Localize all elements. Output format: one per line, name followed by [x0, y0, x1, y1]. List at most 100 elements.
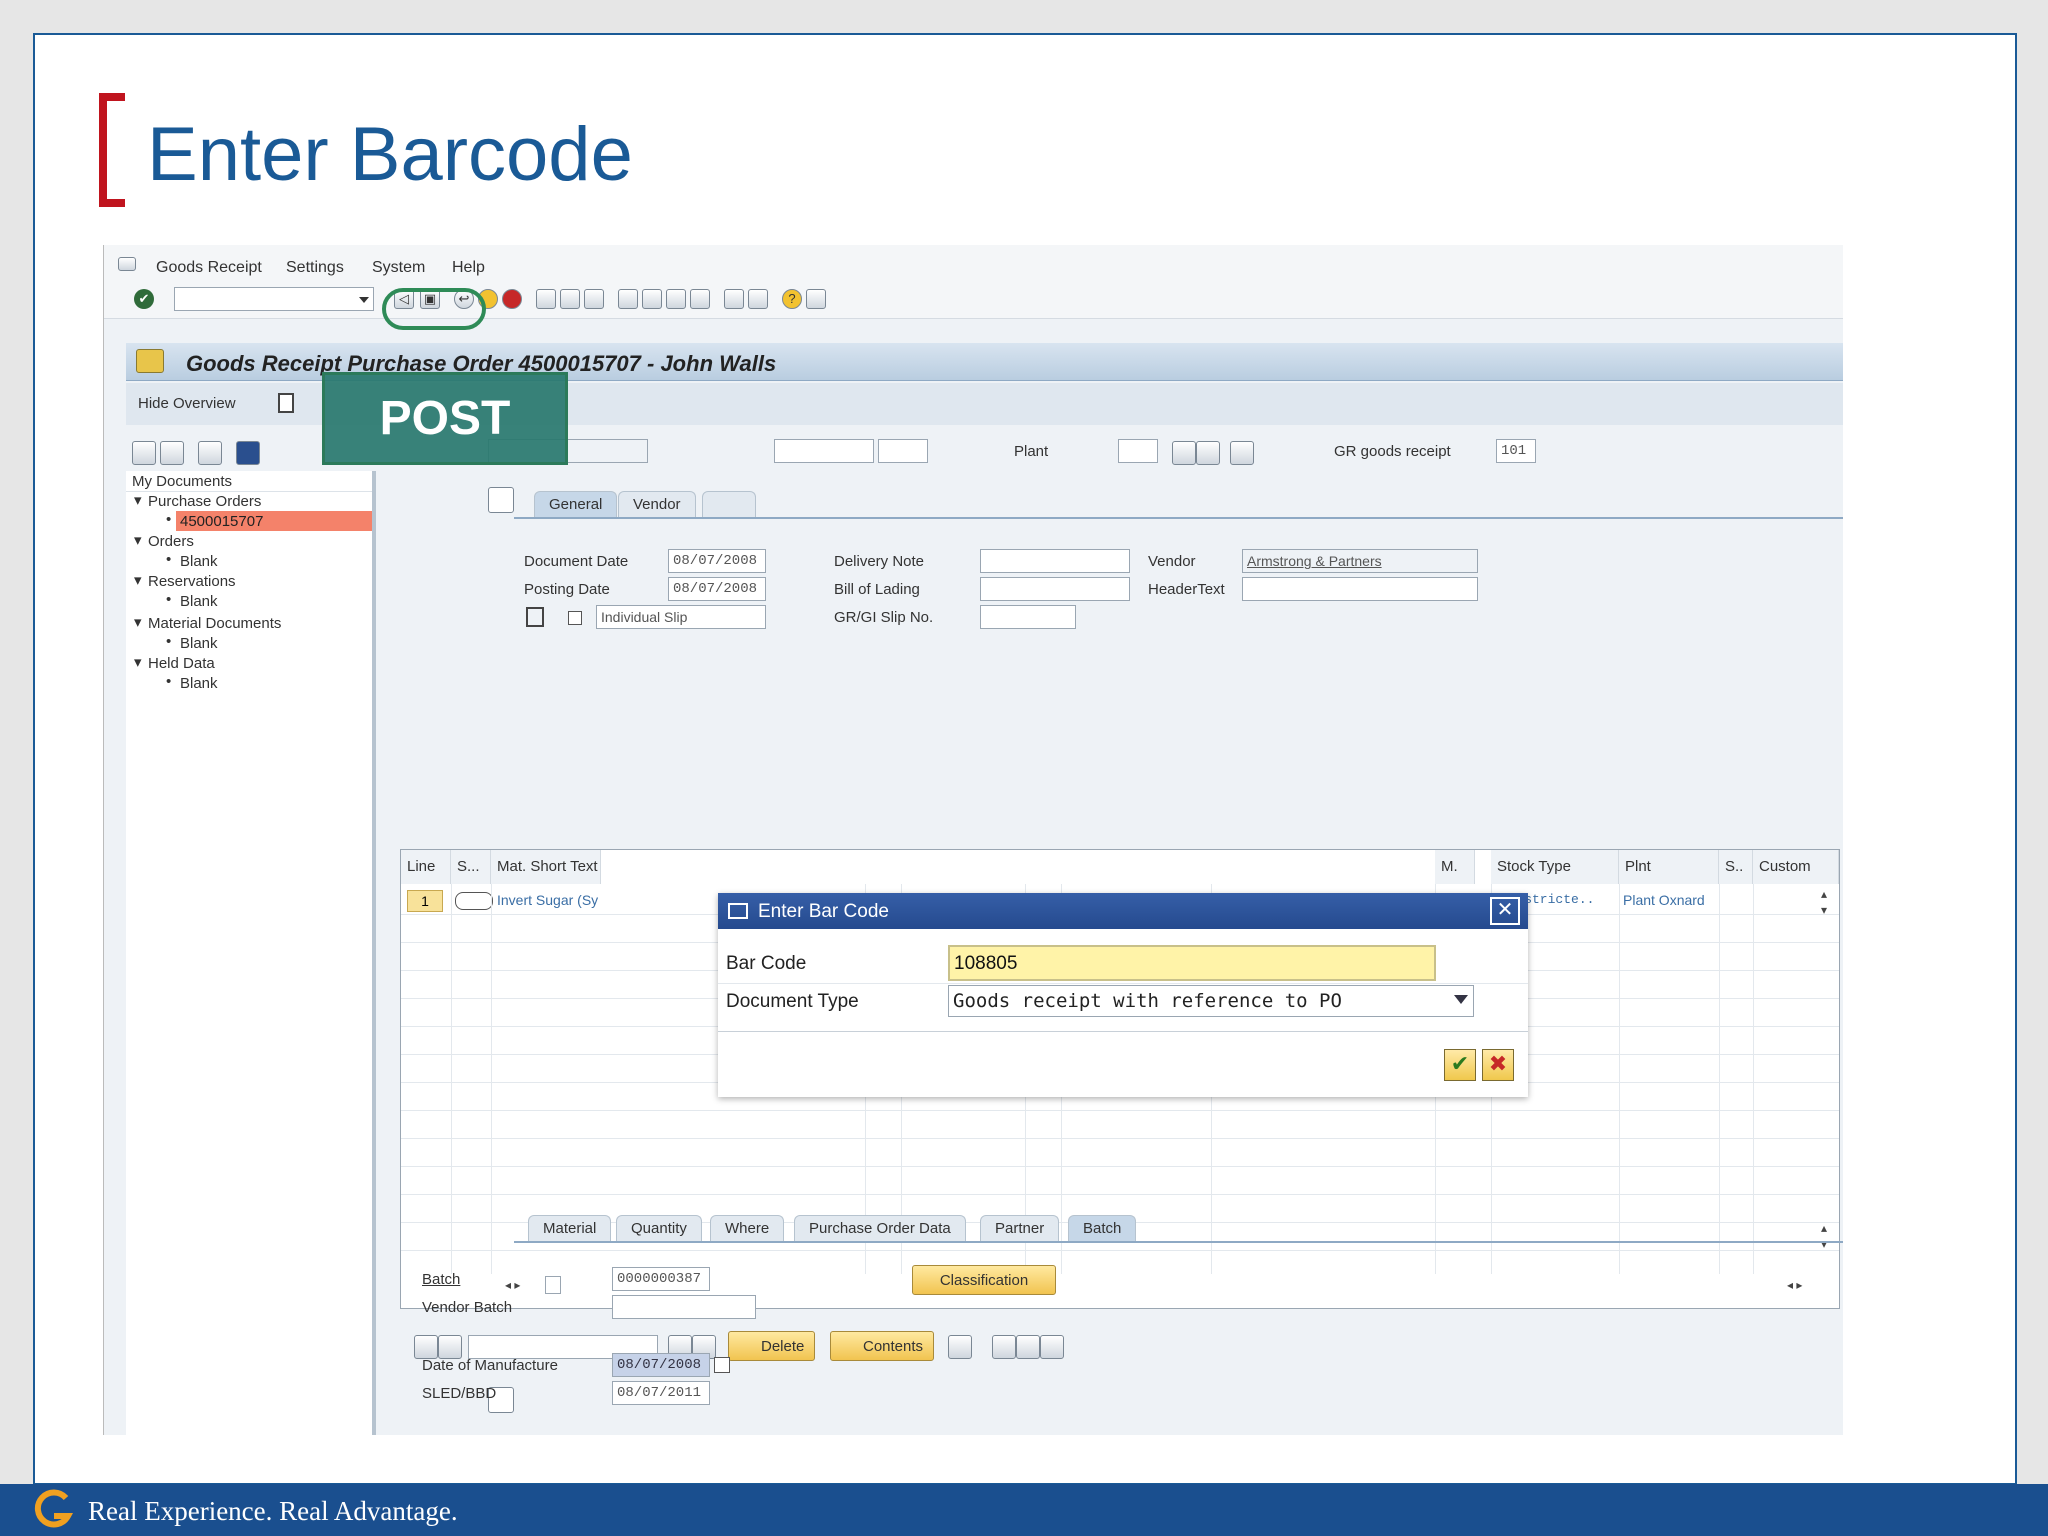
last-page-icon[interactable] — [690, 289, 710, 309]
grid-config-icon[interactable] — [948, 1335, 972, 1359]
bill-of-lading-input[interactable] — [980, 577, 1130, 601]
contents-button[interactable]: Contents — [830, 1331, 935, 1361]
menu-settings[interactable]: Settings — [286, 259, 344, 277]
tab-purchase-order-data[interactable]: Purchase Order Data — [794, 1215, 966, 1241]
column-header-movement[interactable]: M. — [1435, 850, 1475, 884]
header-text-input[interactable] — [1242, 577, 1478, 601]
column-header-status[interactable]: S... — [451, 850, 491, 884]
horizontal-scrollbar[interactable] — [545, 1276, 561, 1294]
scroll-left-right-icon[interactable]: ◂ ▸ — [505, 1278, 520, 1292]
po-number-input[interactable] — [774, 439, 874, 463]
column-header-custom[interactable]: Custom — [1753, 850, 1839, 884]
chevron-down-icon[interactable] — [1454, 995, 1468, 1004]
tab-partner[interactable]: Partner — [980, 1215, 1060, 1241]
tree-expand-icon[interactable]: ▾ — [134, 491, 142, 509]
layout-menu-icon[interactable] — [806, 289, 826, 309]
bar-code-input[interactable]: 108805 — [948, 945, 1436, 981]
enter-check-icon[interactable]: ✔ — [134, 289, 154, 309]
tree-node-material-documents[interactable]: Material Documents — [148, 615, 281, 632]
confirm-check-icon[interactable]: ✔ — [1444, 1049, 1476, 1081]
row-plant[interactable]: Plant Oxnard — [1623, 892, 1705, 908]
print-icon[interactable] — [536, 289, 556, 309]
tree-expand-icon[interactable]: ▾ — [134, 613, 142, 631]
cancel-x-icon[interactable]: ✖ — [1482, 1049, 1514, 1081]
scroll-right-left-icon[interactable]: ◂ ▸ — [1787, 1278, 1802, 1292]
tab-people-icon[interactable] — [702, 491, 756, 517]
tree-node-reservations[interactable]: Reservations — [148, 573, 236, 590]
menu-goods-receipt[interactable]: Goods Receipt — [156, 259, 262, 277]
delete-button[interactable]: Delete — [728, 1331, 816, 1361]
print-preview-icon[interactable] — [992, 1335, 1016, 1359]
expand-icon[interactable] — [132, 441, 156, 465]
calendar-icon[interactable] — [714, 1357, 730, 1373]
filter-icon[interactable] — [438, 1335, 462, 1359]
shortcut-icon[interactable] — [748, 289, 768, 309]
slip-type-select[interactable]: Individual Slip — [596, 605, 766, 629]
tree-expand-icon[interactable]: ▾ — [134, 653, 142, 671]
gr-gi-slip-input[interactable] — [980, 605, 1076, 629]
print-icon[interactable] — [526, 607, 544, 627]
column-header-stock-type[interactable]: Stock Type — [1491, 850, 1619, 884]
tab-batch[interactable]: Batch — [1068, 1215, 1137, 1241]
document-type-select[interactable]: Goods receipt with reference to PO — [948, 985, 1474, 1017]
tree-leaf-held-data-blank[interactable]: Blank — [180, 675, 218, 692]
vendor-batch-input[interactable] — [612, 1295, 756, 1319]
column-header-mat-short-text[interactable]: Mat. Short Text — [491, 850, 601, 884]
date-of-manufacture-input[interactable]: 08/07/2008 — [612, 1353, 710, 1377]
command-dropdown-icon[interactable] — [359, 297, 369, 303]
next-page-icon[interactable] — [666, 289, 686, 309]
delivery-note-input[interactable] — [980, 549, 1130, 573]
table-icon[interactable] — [1230, 441, 1254, 465]
row-line-number[interactable]: 1 — [407, 890, 443, 912]
tree-node-orders[interactable]: Orders — [148, 533, 194, 550]
menu-help[interactable]: Help — [452, 259, 485, 277]
plant-input[interactable] — [1118, 439, 1158, 463]
vertical-scroll-top-icon[interactable]: ▴ ▾ — [1821, 886, 1827, 918]
export-icon[interactable] — [1016, 1335, 1040, 1359]
po-item-input[interactable] — [878, 439, 928, 463]
execute-icon[interactable] — [1172, 441, 1196, 465]
window-menu-icon[interactable] — [118, 257, 136, 271]
previous-page-icon[interactable] — [642, 289, 662, 309]
layout-icon[interactable] — [1040, 1335, 1064, 1359]
tree-expand-icon[interactable]: ▾ — [134, 531, 142, 549]
menu-system[interactable]: System — [372, 259, 425, 277]
tab-material[interactable]: Material — [528, 1215, 612, 1241]
document-date-input[interactable]: 08/07/2008 — [668, 549, 766, 573]
column-header-s[interactable]: S.. — [1719, 850, 1753, 884]
cancel-icon[interactable] — [502, 289, 522, 309]
posting-date-input[interactable]: 08/07/2008 — [668, 577, 766, 601]
new-document-icon[interactable] — [278, 393, 294, 413]
collapse-icon[interactable] — [160, 441, 184, 465]
find-icon[interactable] — [1196, 441, 1220, 465]
help-icon[interactable]: ? — [782, 289, 802, 309]
tree-leaf-orders-blank[interactable]: Blank — [180, 553, 218, 570]
tree-expand-icon[interactable]: ▾ — [134, 571, 142, 589]
tab-where[interactable]: Where — [710, 1215, 785, 1241]
dialog-close-icon[interactable]: ✕ — [1490, 897, 1520, 925]
find-icon[interactable] — [560, 289, 580, 309]
column-header-plant[interactable]: Plnt — [1619, 850, 1719, 884]
header-collapse-icon[interactable] — [488, 487, 514, 513]
command-field[interactable] — [174, 287, 374, 311]
sled-bbd-input[interactable]: 08/07/2011 — [612, 1381, 710, 1405]
tree-node-purchase-orders[interactable]: Purchase Orders — [148, 493, 261, 510]
tree-leaf-reservations-blank[interactable]: Blank — [180, 593, 218, 610]
create-session-icon[interactable] — [724, 289, 744, 309]
print-checkbox[interactable] — [568, 611, 582, 625]
tab-general[interactable]: General — [534, 491, 618, 517]
row-mat-short-text[interactable]: Invert Sugar (Sy — [497, 892, 598, 908]
vertical-scroll-bottom-icon[interactable]: ▴ ▾ — [1821, 1220, 1827, 1252]
movement-type-input[interactable]: 101 — [1496, 439, 1536, 463]
tab-quantity[interactable]: Quantity — [616, 1215, 702, 1241]
hide-overview-button[interactable]: Hide Overview — [138, 395, 236, 412]
find-next-icon[interactable] — [584, 289, 604, 309]
tree-node-held-data[interactable]: Held Data — [148, 655, 215, 672]
delete-trash-icon[interactable] — [198, 441, 222, 465]
tree-leaf-po-4500015707[interactable]: 4500015707 — [180, 513, 263, 530]
batch-input[interactable]: 0000000387 — [612, 1267, 710, 1291]
tab-vendor[interactable]: Vendor — [618, 491, 696, 517]
layout-icon[interactable] — [236, 441, 260, 465]
column-header-line[interactable]: Line — [401, 850, 451, 884]
select-all-icon[interactable] — [414, 1335, 438, 1359]
